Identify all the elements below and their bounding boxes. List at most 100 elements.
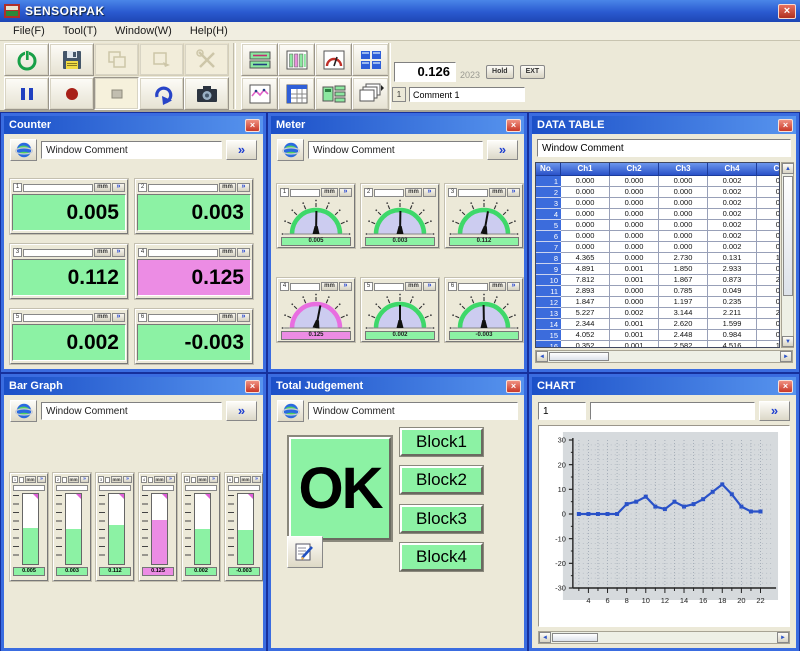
channel-comment-field[interactable] — [374, 189, 404, 197]
table-row[interactable]: 15 4.0520.0012.4480.9840.4 — [536, 330, 779, 341]
cell-expand-button[interactable]: » — [112, 248, 125, 257]
close-icon[interactable]: × — [245, 119, 260, 132]
cell-expand-button[interactable]: » — [80, 476, 89, 483]
scroll-thumb[interactable] — [783, 176, 793, 296]
window-comment-input[interactable] — [308, 141, 483, 159]
scroll-down-icon[interactable]: ▼ — [782, 336, 794, 347]
window-comment-input[interactable] — [537, 139, 791, 157]
table-row[interactable]: 6 0.0000.0000.0000.0020.0 — [536, 231, 779, 242]
window-comment-input[interactable] — [41, 141, 222, 159]
scroll-right-icon[interactable]: ► — [777, 632, 789, 643]
window-comment-input[interactable] — [308, 402, 518, 420]
scroll-up-icon[interactable]: ▲ — [782, 163, 794, 174]
globe-button[interactable] — [277, 139, 304, 161]
channel-comment-field[interactable] — [23, 249, 93, 257]
menu-file[interactable]: File(F) — [4, 23, 54, 39]
globe-button[interactable] — [10, 400, 37, 422]
expand-button[interactable]: » — [226, 401, 257, 421]
hold-button[interactable]: Hold — [486, 65, 514, 79]
channel-comment-field[interactable] — [62, 477, 67, 483]
cell-expand-button[interactable]: » — [112, 183, 125, 192]
data-table-window-button[interactable] — [278, 77, 315, 110]
channel-comment-field[interactable] — [234, 477, 239, 483]
cell-expand-button[interactable]: » — [166, 476, 175, 483]
table-row[interactable]: 13 5.2270.0023.1442.2112.0 — [536, 308, 779, 319]
channel-comment-field[interactable] — [290, 189, 320, 197]
close-icon[interactable]: × — [506, 119, 521, 132]
comment-input[interactable] — [409, 87, 525, 102]
cell-expand-button[interactable]: » — [507, 282, 520, 291]
cascade-windows-button[interactable] — [352, 77, 389, 110]
channel-comment-field[interactable] — [23, 184, 93, 192]
scroll-right-icon[interactable]: ► — [780, 351, 792, 362]
channel-comment-field[interactable] — [148, 184, 218, 192]
window-comment-input[interactable] — [41, 402, 222, 420]
table-row[interactable]: 3 0.0000.0000.0000.0020.0 — [536, 198, 779, 209]
cell-expand-button[interactable]: » — [237, 313, 250, 322]
expand-button[interactable]: » — [759, 401, 790, 421]
table-row[interactable]: 12 1.8470.0001.1970.2350.0 — [536, 297, 779, 308]
expand-button[interactable]: » — [487, 140, 518, 160]
chart-window-titlebar[interactable]: CHART × — [532, 377, 796, 395]
cell-expand-button[interactable]: » — [423, 282, 436, 291]
cell-expand-button[interactable]: » — [237, 248, 250, 257]
channel-comment-field[interactable] — [148, 314, 218, 322]
bar-graph-window-titlebar[interactable]: Bar Graph × — [4, 377, 263, 395]
channel-comment-field[interactable] — [148, 477, 153, 483]
channel-comment-field[interactable] — [185, 485, 217, 491]
table-row[interactable]: 5 0.0000.0000.0000.0020.0 — [536, 220, 779, 231]
table-row[interactable]: 8 4.3650.0002.7300.1311.0 — [536, 253, 779, 264]
save-button[interactable] — [49, 43, 94, 76]
expand-button[interactable]: » — [226, 140, 257, 160]
table-row[interactable]: 7 0.0000.0000.0000.0020.0 — [536, 242, 779, 253]
channel-comment-field[interactable] — [290, 283, 320, 291]
channel-comment-field[interactable] — [191, 477, 196, 483]
bar-graph-window-button[interactable] — [278, 43, 315, 76]
counter-window-button[interactable] — [241, 43, 278, 76]
cell-expand-button[interactable]: » — [237, 183, 250, 192]
channel-comment-field[interactable] — [19, 477, 24, 483]
close-icon[interactable]: × — [778, 380, 793, 393]
snapshot-button[interactable] — [184, 77, 229, 110]
comment-index[interactable]: 1 — [392, 87, 406, 102]
channel-select-field[interactable] — [538, 402, 586, 420]
channel-comment-field[interactable] — [458, 189, 488, 197]
cell-expand-button[interactable]: » — [209, 476, 218, 483]
scroll-thumb[interactable] — [549, 352, 609, 361]
record-button[interactable] — [49, 77, 94, 110]
chart-comment-input[interactable] — [590, 402, 755, 420]
cell-expand-button[interactable]: » — [339, 188, 352, 197]
column-header[interactable]: Ch5 — [757, 163, 780, 176]
data-table-window-titlebar[interactable]: DATA TABLE × — [532, 116, 796, 134]
redo-button[interactable] — [139, 77, 184, 110]
pause-button[interactable] — [4, 77, 49, 110]
cell-expand-button[interactable]: » — [37, 476, 46, 483]
channel-comment-field[interactable] — [105, 477, 110, 483]
judgement-window-button[interactable] — [315, 77, 352, 110]
power-button[interactable] — [4, 43, 49, 76]
meter-window-titlebar[interactable]: Meter × — [271, 116, 524, 134]
close-icon[interactable]: × — [778, 119, 793, 132]
channel-comment-field[interactable] — [142, 485, 174, 491]
table-row[interactable]: 4 0.0000.0000.0000.0020.0 — [536, 209, 779, 220]
cell-expand-button[interactable]: » — [507, 188, 520, 197]
table-row[interactable]: 9 4.8910.0011.8502.9330.8 — [536, 264, 779, 275]
menu-help[interactable]: Help(H) — [181, 23, 237, 39]
menu-tool[interactable]: Tool(T) — [54, 23, 106, 39]
channel-comment-field[interactable] — [148, 249, 218, 257]
table-row[interactable]: 2 0.0000.0000.0000.0020.0 — [536, 187, 779, 198]
cell-expand-button[interactable]: » — [123, 476, 132, 483]
horizontal-scrollbar[interactable]: ◄ ► — [535, 350, 793, 363]
close-icon[interactable]: × — [245, 380, 260, 393]
scroll-left-icon[interactable]: ◄ — [536, 351, 548, 362]
ext-button[interactable]: EXT — [520, 65, 546, 79]
close-icon[interactable]: × — [506, 380, 521, 393]
channel-comment-field[interactable] — [56, 485, 88, 491]
vertical-scrollbar[interactable]: ▲ ▼ — [781, 162, 794, 348]
counter-window-titlebar[interactable]: Counter × — [4, 116, 263, 134]
column-header[interactable]: No. — [536, 163, 561, 176]
table-row[interactable]: 11 2.8930.0000.7850.0490.0 — [536, 286, 779, 297]
chart-window-button[interactable] — [241, 77, 278, 110]
globe-button[interactable] — [10, 139, 37, 161]
cell-expand-button[interactable]: » — [252, 476, 261, 483]
